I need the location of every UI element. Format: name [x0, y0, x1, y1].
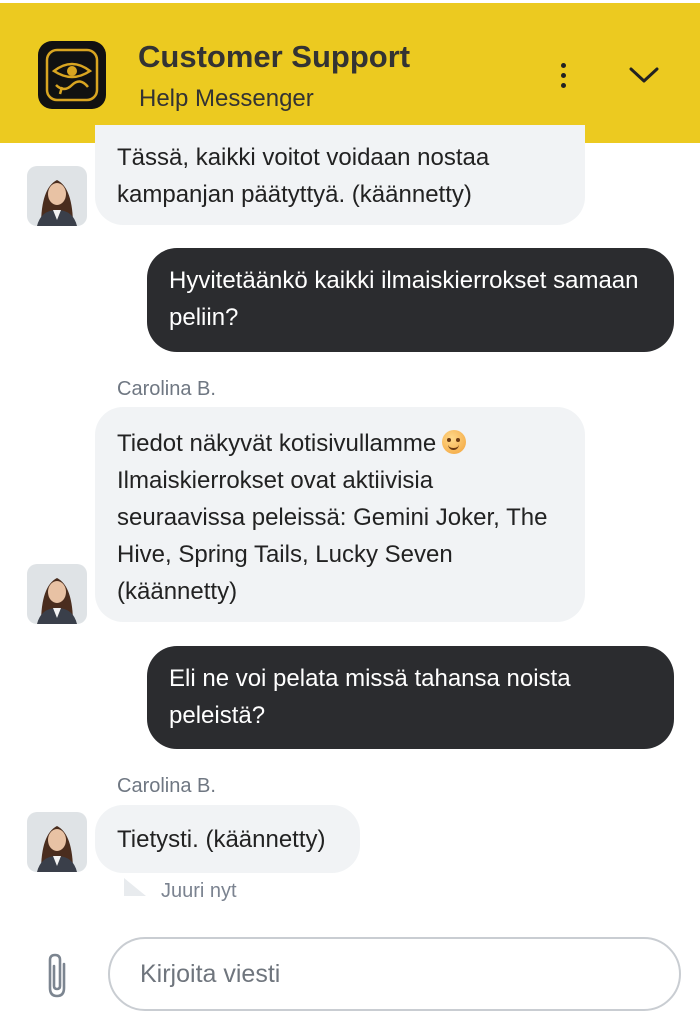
paperclip-icon: [48, 953, 66, 998]
message-text: Tiedot näkyvät kotisivullamme: [117, 430, 437, 457]
attach-button[interactable]: [38, 950, 78, 1002]
eye-logo-icon: [45, 48, 99, 102]
agent-avatar: [27, 812, 87, 872]
more-dot-icon: [560, 62, 566, 68]
bubble-tail-icon: [124, 878, 146, 896]
message-input[interactable]: [108, 937, 681, 1011]
agent-portrait-icon: [27, 812, 87, 872]
message-bubble-incoming: Tietysti. (käännetty): [95, 805, 360, 873]
collapse-button[interactable]: [622, 55, 666, 95]
chat-header: Customer Support Help Messenger: [0, 3, 700, 143]
message-bubble-incoming: Tiedot näkyvät kotisivullamme Ilmaiskier…: [95, 407, 585, 622]
message-timestamp: Juuri nyt: [161, 880, 237, 902]
more-dot-icon: [560, 72, 566, 78]
chevron-down-icon: [629, 67, 659, 83]
more-dot-icon: [560, 82, 566, 88]
smiling-face-emoji-icon: [442, 430, 467, 454]
sender-name: Carolina B.: [117, 775, 216, 797]
header-title: Customer Support: [138, 39, 411, 74]
more-options-button[interactable]: [548, 55, 578, 95]
agent-portrait-icon: [27, 564, 87, 624]
sender-name: Carolina B.: [117, 378, 216, 400]
message-bubble-outgoing: Eli ne voi pelata missä tahansa noista p…: [147, 646, 674, 749]
message-bubble-outgoing: Hyvitetäänkö kaikki ilmaiskierrokset sam…: [147, 248, 674, 352]
brand-logo: [38, 41, 106, 109]
agent-avatar: [27, 564, 87, 624]
message-text: Ilmaiskierrokset ovat aktiivisia seuraav…: [117, 467, 548, 605]
header-subtitle: Help Messenger: [139, 85, 314, 112]
agent-avatar: [27, 166, 87, 226]
agent-portrait-icon: [27, 166, 87, 226]
message-bubble-incoming: Tässä, kaikki voitot voidaan nostaa kamp…: [95, 125, 585, 225]
